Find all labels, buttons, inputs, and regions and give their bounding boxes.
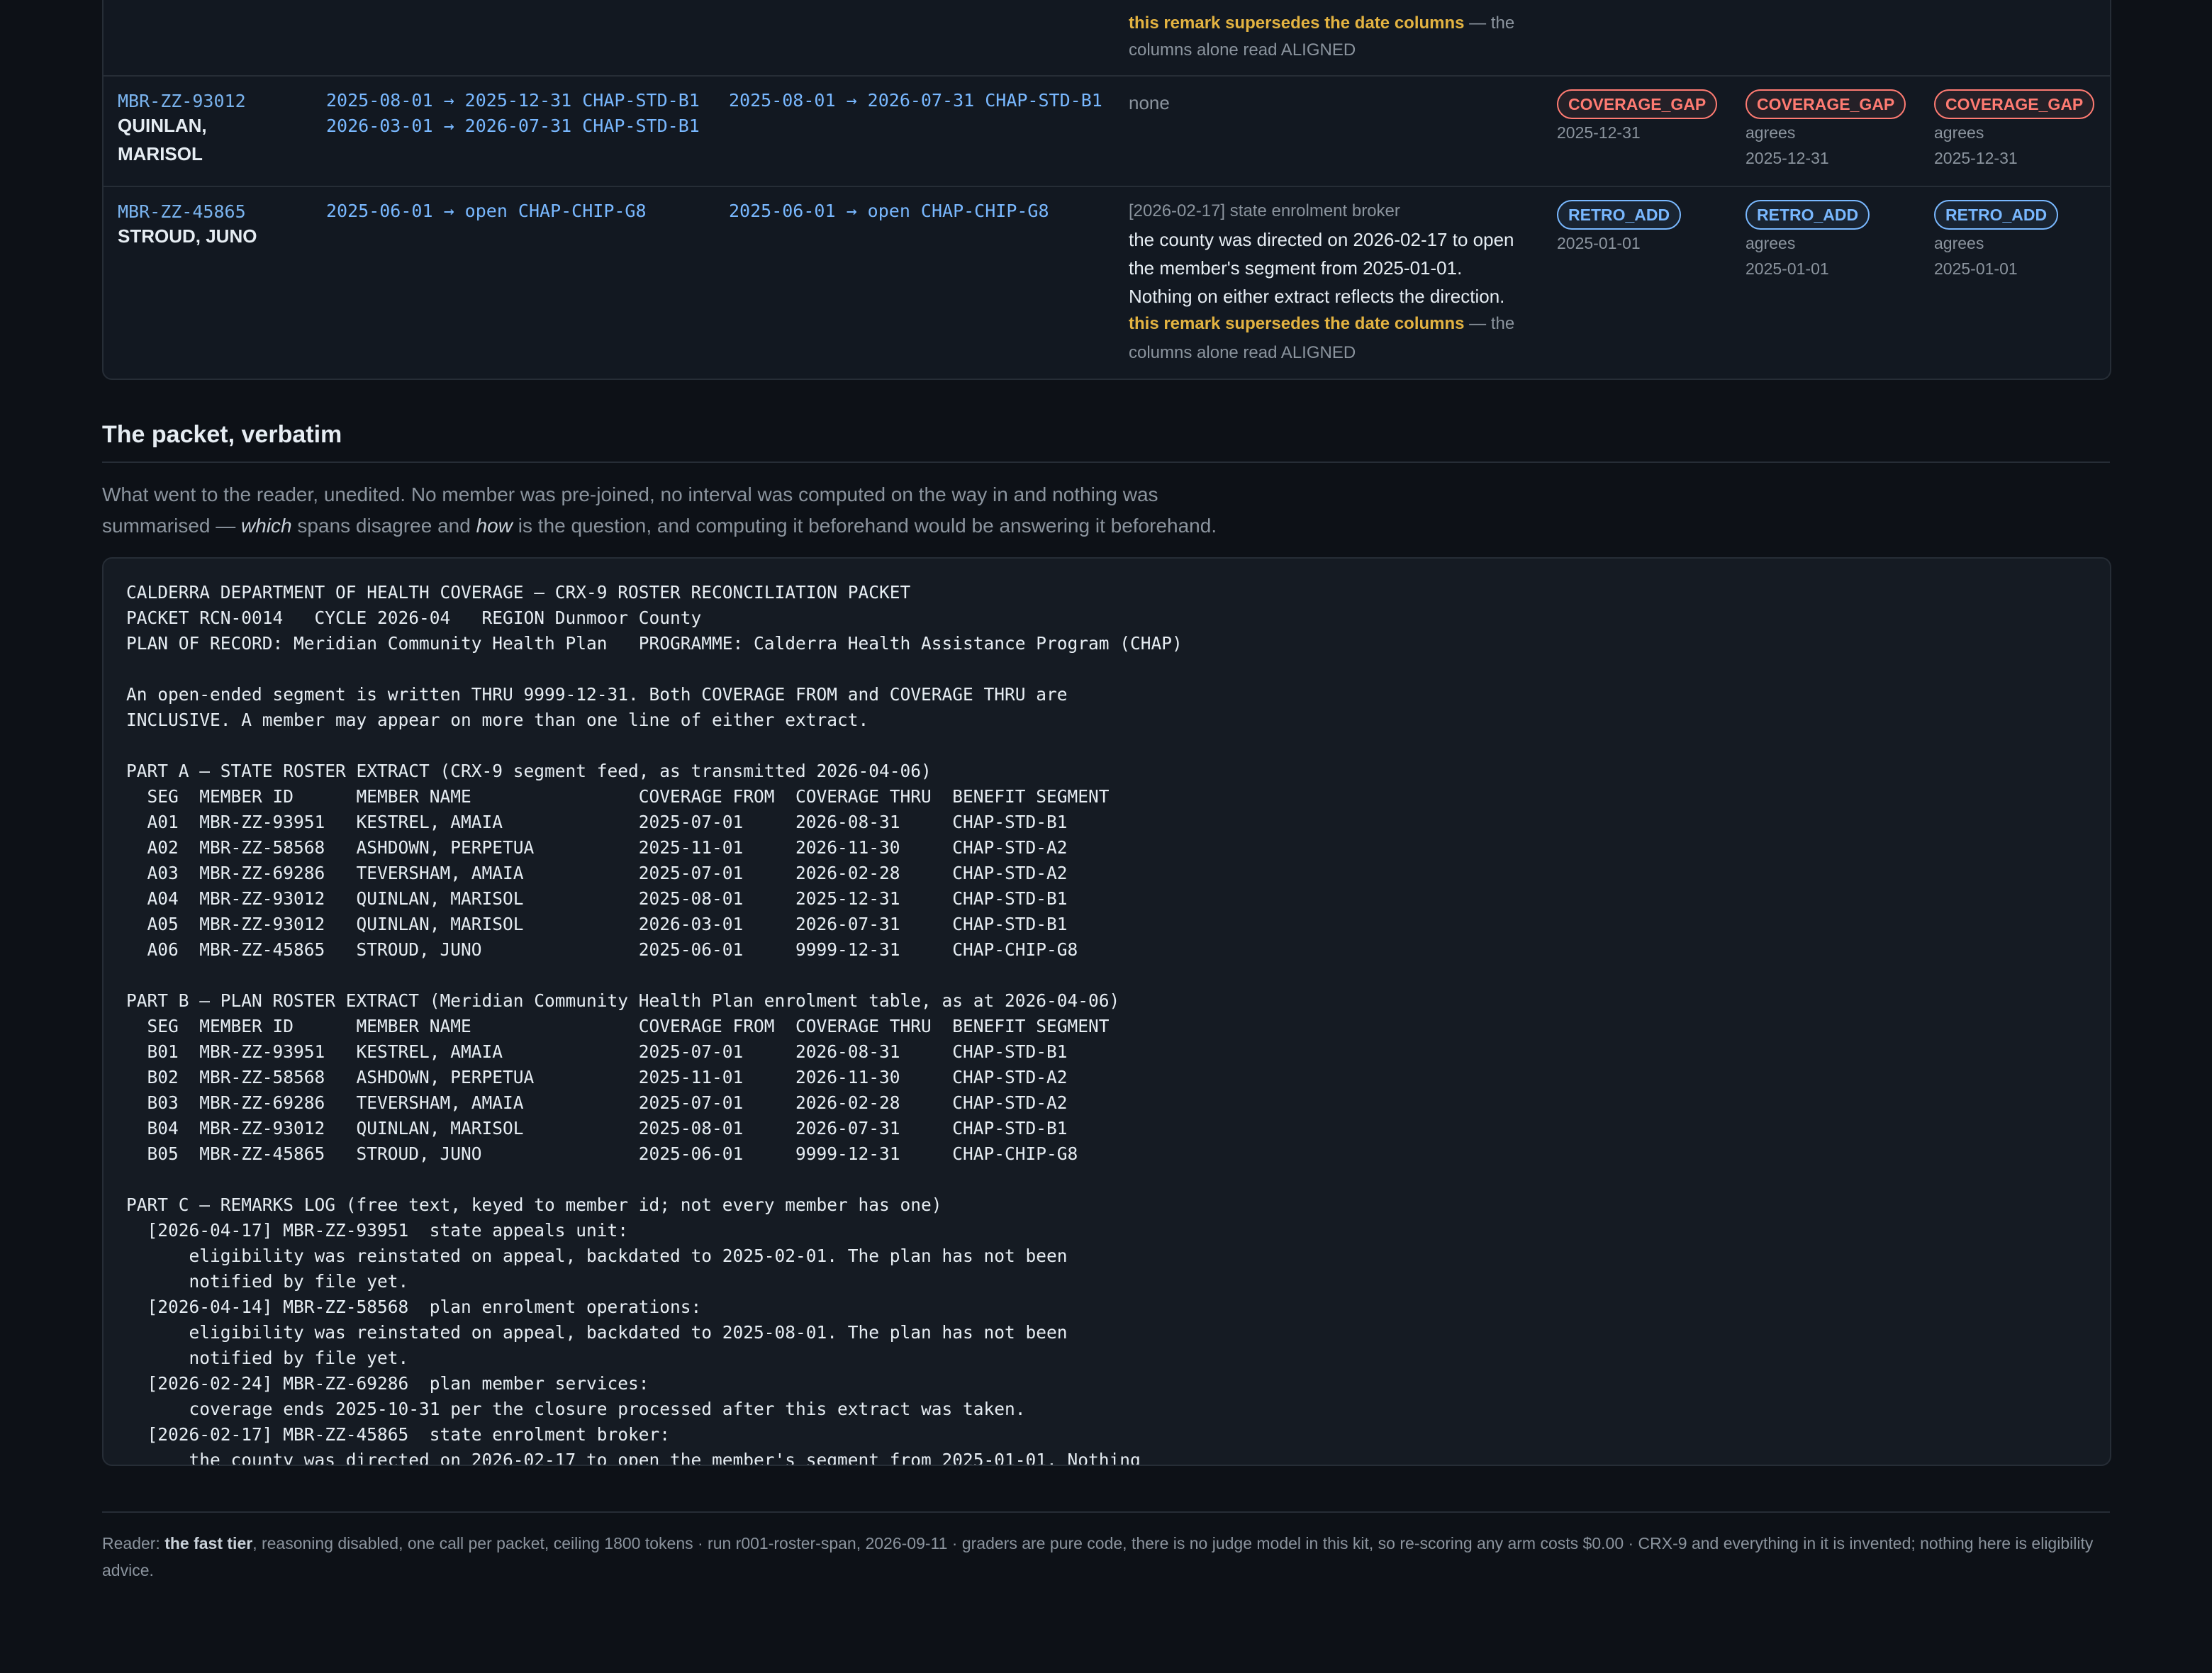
coverage-gap-badge: COVERAGE_GAP xyxy=(1745,89,1906,119)
footer: Reader: the fast tier, reasoning disable… xyxy=(102,1511,2110,1584)
remark: [2026-02-17] state enrolment broker the … xyxy=(1129,197,1540,367)
table-row-partial: this remark supersedes the date columns … xyxy=(1129,13,1515,60)
state-spans: 2025-08-01 → 2025-12-31 CHAP-STD-B1 2026-… xyxy=(326,90,700,136)
member-id[interactable]: MBR-ZZ-93012 xyxy=(118,91,246,111)
verdict-arm-1: COVERAGE_GAP agrees 2025-12-31 xyxy=(1745,89,1906,172)
plan-spans: 2025-06-01 → open CHAP-CHIP-G8 xyxy=(729,201,1049,221)
verdict-arm-2: COVERAGE_GAP agrees 2025-12-31 xyxy=(1934,89,2095,172)
section-title: The packet, verbatim xyxy=(102,421,2110,463)
remark-supersede-warning: this remark supersedes the date columns xyxy=(1129,314,1465,333)
reader-tier: the fast tier xyxy=(164,1534,253,1552)
verdict-arm-2: RETRO_ADD agrees 2025-01-01 xyxy=(1934,200,2059,282)
retro-add-badge: RETRO_ADD xyxy=(1934,200,2059,230)
remark-none: none xyxy=(1129,92,1170,113)
member-name: STROUD, JUNO xyxy=(118,225,257,247)
member-name: QUINLAN, MARISOL xyxy=(118,115,207,164)
coverage-gap-badge: COVERAGE_GAP xyxy=(1934,89,2095,119)
retro-add-badge: RETRO_ADD xyxy=(1557,200,1682,230)
table-row: MBR-ZZ-45865 STROUD, JUNO 2025-06-01 → o… xyxy=(104,186,2110,379)
verdict-expected: RETRO_ADD 2025-01-01 xyxy=(1557,200,1682,257)
verdict-expected: COVERAGE_GAP 2025-12-31 xyxy=(1557,89,1718,146)
packet-text: CALDERRA DEPARTMENT OF HEALTH COVERAGE —… xyxy=(126,582,1183,1466)
coverage-gap-badge: COVERAGE_GAP xyxy=(1557,89,1718,119)
verdict-arm-1: RETRO_ADD agrees 2025-01-01 xyxy=(1745,200,1870,282)
packet-text-block[interactable]: CALDERRA DEPARTMENT OF HEALTH COVERAGE —… xyxy=(102,557,2111,1466)
member-id[interactable]: MBR-ZZ-45865 xyxy=(118,201,257,222)
remark-header: [2026-02-17] state enrolment broker xyxy=(1129,201,1400,220)
plan-spans: 2025-08-01 → 2026-07-31 CHAP-STD-B1 xyxy=(729,90,1102,111)
retro-add-badge: RETRO_ADD xyxy=(1745,200,1870,230)
state-spans: 2025-06-01 → open CHAP-CHIP-G8 xyxy=(326,201,647,221)
table-row: MBR-ZZ-93012 QUINLAN, MARISOL 2025-08-01… xyxy=(104,75,2110,187)
results-table: this remark supersedes the date columns … xyxy=(102,0,2111,380)
section-intro: What went to the reader, unedited. No me… xyxy=(102,483,1217,537)
remark-supersede-warning: this remark supersedes the date columns xyxy=(1129,13,1465,33)
